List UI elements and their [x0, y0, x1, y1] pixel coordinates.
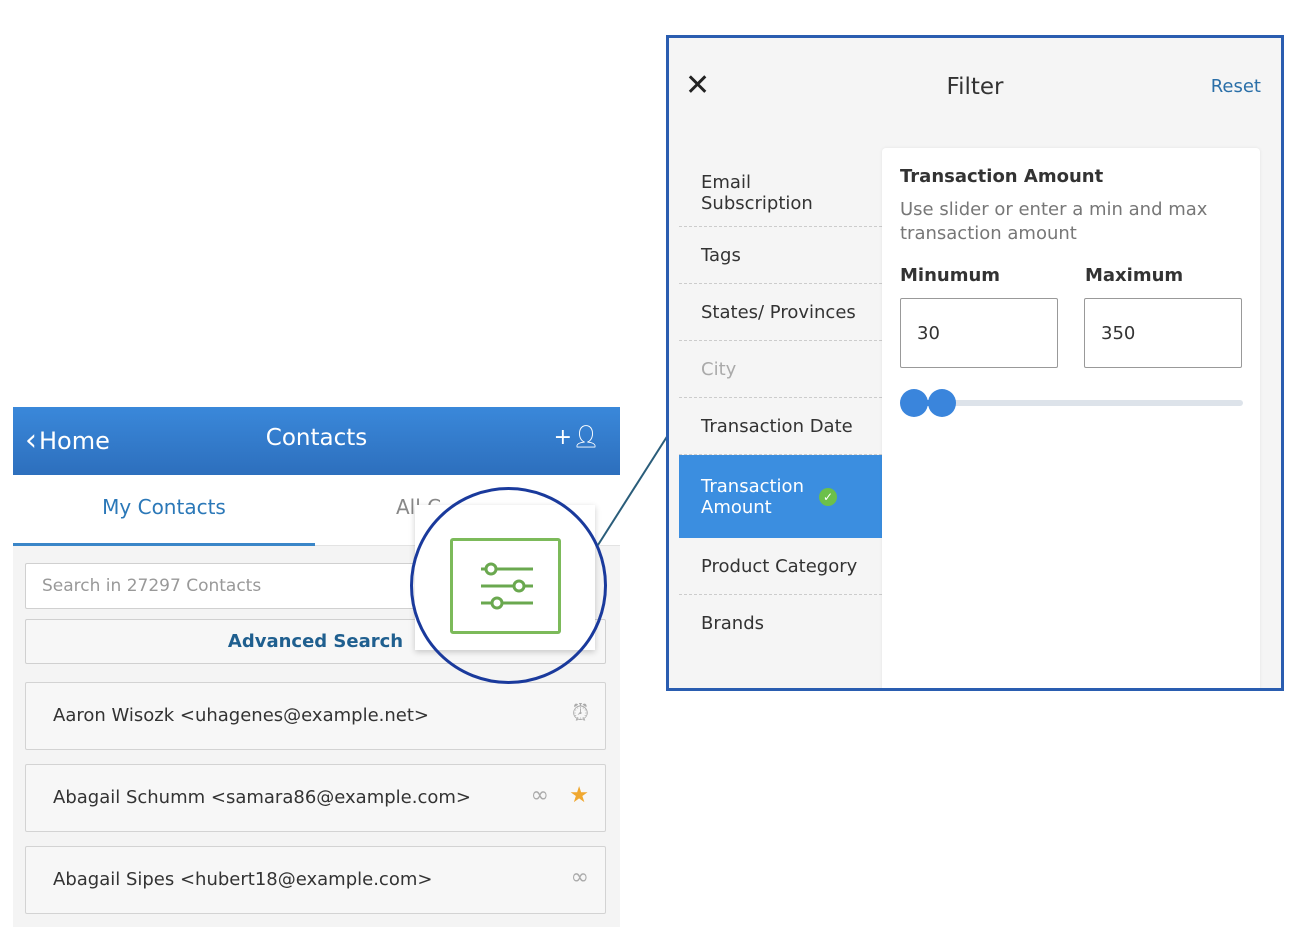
contact-row[interactable]: Aaron Wisozk <uhagenes@example.net> ⏰︎ — [25, 682, 606, 750]
contact-row[interactable]: Abagail Sipes <hubert18@example.com> ∞ — [25, 846, 606, 914]
filter-item-city: City — [679, 341, 882, 398]
app-header: ‹ Home Contacts +👤︎ — [13, 407, 620, 475]
min-input[interactable]: 30 — [900, 298, 1058, 368]
max-label: Maximum — [1085, 265, 1184, 286]
max-input[interactable]: 350 — [1084, 298, 1242, 368]
filter-item-brands[interactable]: Brands — [679, 595, 882, 652]
star-icon[interactable]: ★ — [569, 783, 589, 808]
slider-min-handle[interactable] — [900, 389, 928, 417]
link-icon[interactable]: ∞ — [571, 865, 589, 890]
tab-my-contacts[interactable]: My Contacts — [13, 495, 315, 546]
contact-text: Abagail Schumm <samara86@example.com> — [53, 787, 471, 808]
filter-item-product-category[interactable]: Product Category — [679, 538, 882, 595]
link-icon[interactable]: ∞ — [531, 783, 549, 808]
filter-content: Transaction Amount Use slider or enter a… — [882, 148, 1260, 688]
search-input[interactable]: Search in 27297 Contacts — [25, 563, 445, 609]
contact-text: Aaron Wisozk <uhagenes@example.net> — [53, 705, 429, 726]
filter-title: Filter — [946, 74, 1004, 100]
filter-item-states[interactable]: States/ Provinces — [679, 284, 882, 341]
filter-item-email-subscription[interactable]: Email Subscription — [679, 160, 829, 226]
page-title: Contacts — [265, 425, 368, 451]
callout-line — [597, 434, 669, 546]
check-icon: ✓ — [819, 487, 837, 506]
reset-button[interactable]: Reset — [1211, 76, 1261, 97]
filter-item-transaction-amount[interactable]: Transaction Amount ✓ — [679, 455, 882, 538]
contact-text: Abagail Sipes <hubert18@example.com> — [53, 869, 433, 890]
section-description: Use slider or enter a min and max transa… — [900, 199, 1208, 244]
filter-item-transaction-date[interactable]: Transaction Date — [679, 398, 882, 455]
slider-max-handle[interactable] — [928, 389, 956, 417]
contact-row[interactable]: Abagail Schumm <samara86@example.com> ∞ … — [25, 764, 606, 832]
section-heading: Transaction Amount — [900, 166, 1104, 187]
filter-panel: ✕ Filter Reset Email Subscription Tags S… — [666, 35, 1284, 691]
highlight-circle — [410, 487, 607, 684]
filter-item-tags[interactable]: Tags — [679, 227, 882, 284]
min-label: Minumum — [900, 265, 1001, 286]
alarm-icon[interactable]: ⏰︎ — [572, 701, 589, 726]
